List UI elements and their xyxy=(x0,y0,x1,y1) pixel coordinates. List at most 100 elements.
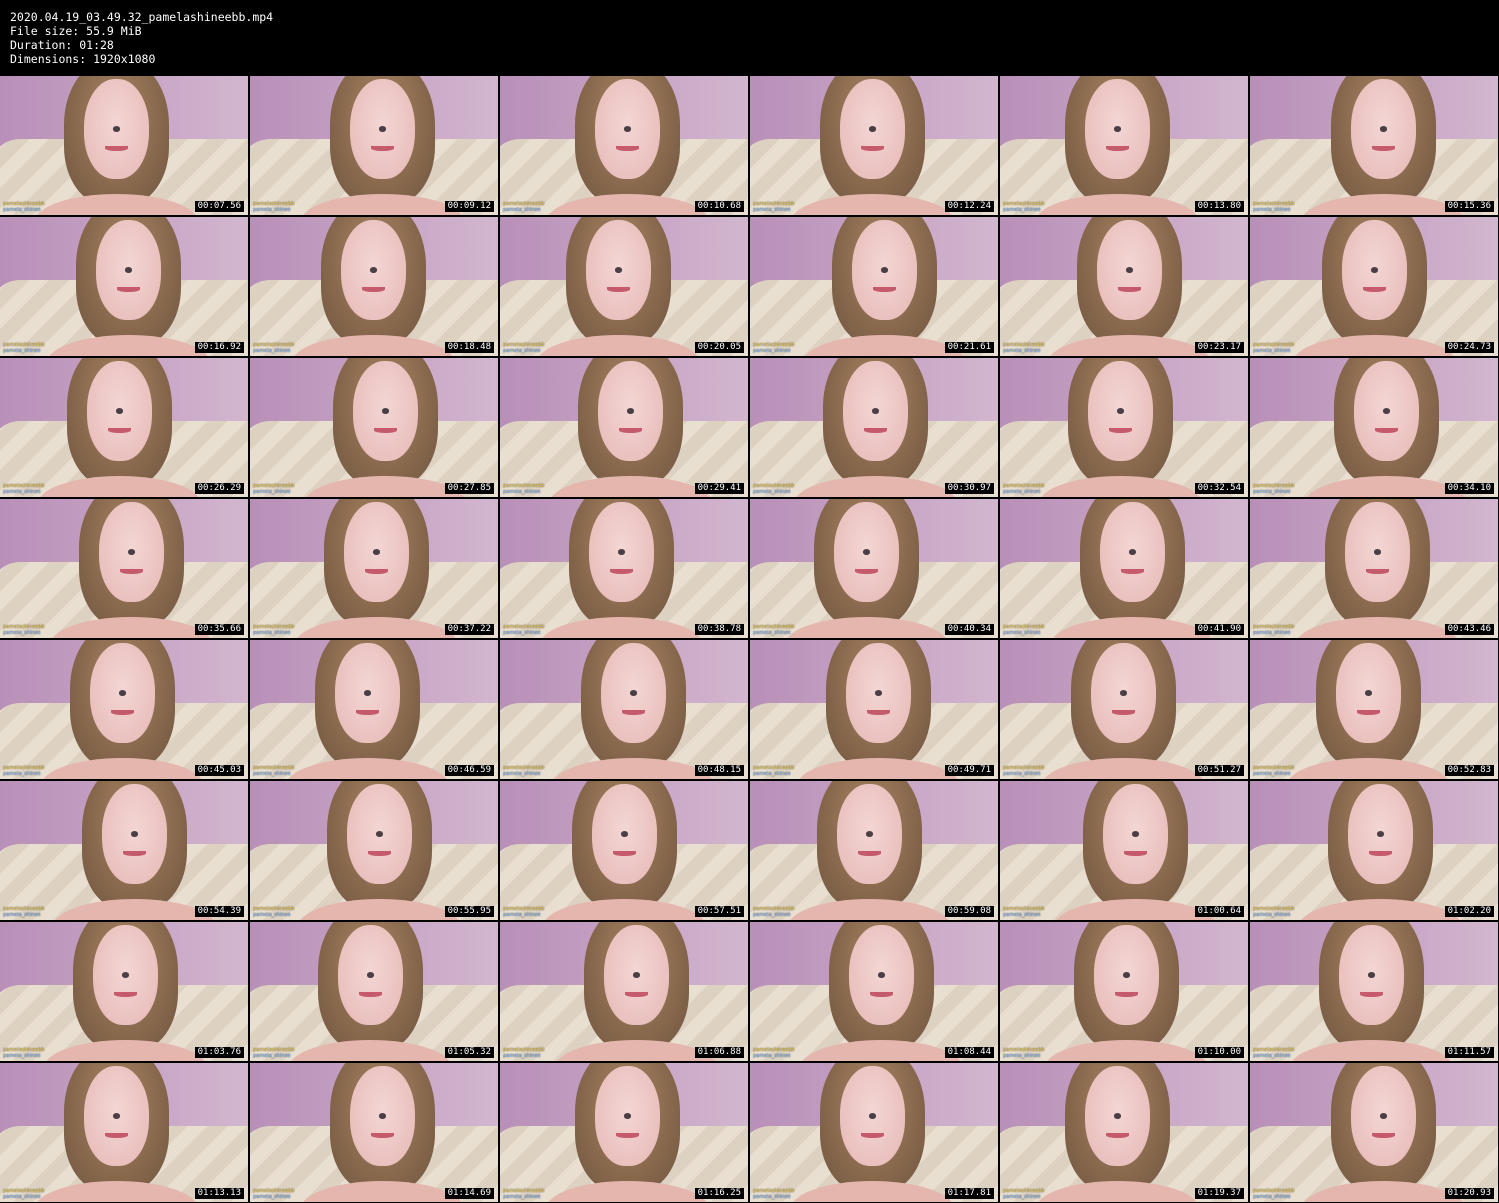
video-thumbnail[interactable]: pamelashineebb pamela_shinee 00:07.56 xyxy=(0,76,248,215)
mouth-shape xyxy=(861,1132,884,1139)
video-thumbnail[interactable]: pamelashineebb pamela_shinee 00:29.41 xyxy=(500,358,748,497)
watermark-line2: pamela_shinee xyxy=(1253,630,1291,636)
watermark-line2: pamela_shinee xyxy=(3,1053,41,1059)
file-info-header: 2020.04.19_03.49.32_pamelashineebb.mp4 F… xyxy=(10,10,273,66)
watermark: pamelashineebb pamela_shinee xyxy=(1003,765,1044,777)
video-thumbnail[interactable]: pamelashineebb pamela_shinee 00:51.27 xyxy=(1000,640,1248,779)
video-thumbnail[interactable]: pamelashineebb pamela_shinee 01:03.76 xyxy=(0,922,248,1061)
video-thumbnail[interactable]: pamelashineebb pamela_shinee 00:13.80 xyxy=(1000,76,1248,215)
mouth-shape xyxy=(873,286,896,293)
cat-nose xyxy=(1379,126,1388,132)
timestamp-label: 00:26.29 xyxy=(194,483,244,494)
video-thumbnail[interactable]: pamelashineebb pamela_shinee 00:43.46 xyxy=(1250,499,1498,638)
video-thumbnail[interactable]: pamelashineebb pamela_shinee 00:40.34 xyxy=(750,499,998,638)
video-thumbnail[interactable]: pamelashineebb pamela_shinee 00:23.17 xyxy=(1000,217,1248,356)
video-thumbnail[interactable]: pamelashineebb pamela_shinee 01:02.20 xyxy=(1250,781,1498,920)
watermark: pamelashineebb pamela_shinee xyxy=(503,342,544,354)
cat-nose xyxy=(369,267,378,273)
watermark: pamelashineebb pamela_shinee xyxy=(3,1188,44,1200)
cat-nose xyxy=(874,690,883,696)
video-thumbnail[interactable]: pamelashineebb pamela_shinee 01:00.64 xyxy=(1000,781,1248,920)
video-thumbnail[interactable]: pamelashineebb pamela_shinee 00:55.95 xyxy=(250,781,498,920)
watermark-line2: pamela_shinee xyxy=(253,912,291,918)
cat-nose xyxy=(626,408,635,414)
video-thumbnail[interactable]: pamelashineebb pamela_shinee 00:27.85 xyxy=(250,358,498,497)
watermark: pamelashineebb pamela_shinee xyxy=(503,1047,544,1059)
video-thumbnail[interactable]: pamelashineebb pamela_shinee 00:18.48 xyxy=(250,217,498,356)
watermark: pamelashineebb pamela_shinee xyxy=(3,624,44,636)
cat-nose xyxy=(1116,408,1125,414)
video-thumbnail[interactable]: pamelashineebb pamela_shinee 00:21.61 xyxy=(750,217,998,356)
timestamp-label: 01:10.00 xyxy=(1194,1047,1244,1058)
watermark: pamelashineebb pamela_shinee xyxy=(3,342,44,354)
video-thumbnail[interactable]: pamelashineebb pamela_shinee 00:46.59 xyxy=(250,640,498,779)
watermark-line2: pamela_shinee xyxy=(253,1053,291,1059)
video-thumbnail[interactable]: pamelashineebb pamela_shinee 01:11.57 xyxy=(1250,922,1498,1061)
mouth-shape xyxy=(1375,427,1398,434)
video-thumbnail[interactable]: pamelashineebb pamela_shinee 00:12.24 xyxy=(750,76,998,215)
timestamp-label: 00:51.27 xyxy=(1194,765,1244,776)
cat-nose xyxy=(366,972,375,978)
video-thumbnail[interactable]: pamelashineebb pamela_shinee 00:52.83 xyxy=(1250,640,1498,779)
video-thumbnail[interactable]: pamelashineebb pamela_shinee 00:34.10 xyxy=(1250,358,1498,497)
cat-nose xyxy=(1379,1113,1388,1119)
video-thumbnail[interactable]: pamelashineebb pamela_shinee 00:24.73 xyxy=(1250,217,1498,356)
video-thumbnail[interactable]: pamelashineebb pamela_shinee 00:09.12 xyxy=(250,76,498,215)
timestamp-label: 00:55.95 xyxy=(444,906,494,917)
watermark-line2: pamela_shinee xyxy=(3,207,41,213)
timestamp-label: 01:16.25 xyxy=(694,1188,744,1199)
video-thumbnail[interactable]: pamelashineebb pamela_shinee 00:48.15 xyxy=(500,640,748,779)
video-thumbnail[interactable]: pamelashineebb pamela_shinee 01:08.44 xyxy=(750,922,998,1061)
video-thumbnail[interactable]: pamelashineebb pamela_shinee 00:10.68 xyxy=(500,76,748,215)
video-thumbnail[interactable]: pamelashineebb pamela_shinee 01:06.88 xyxy=(500,922,748,1061)
watermark-line2: pamela_shinee xyxy=(1253,207,1291,213)
video-thumbnail[interactable]: pamelashineebb pamela_shinee 00:57.51 xyxy=(500,781,748,920)
mouth-shape xyxy=(1369,850,1392,857)
timestamp-label: 00:21.61 xyxy=(944,342,994,353)
video-thumbnail[interactable]: pamelashineebb pamela_shinee 00:59.08 xyxy=(750,781,998,920)
watermark-line2: pamela_shinee xyxy=(1003,348,1041,354)
file-size: File size: 55.9 MiB xyxy=(10,24,142,38)
video-thumbnail[interactable]: pamelashineebb pamela_shinee 01:16.25 xyxy=(500,1063,748,1202)
cat-nose xyxy=(617,549,626,555)
video-thumbnail[interactable]: pamelashineebb pamela_shinee 00:54.39 xyxy=(0,781,248,920)
cat-nose xyxy=(620,831,629,837)
cat-nose xyxy=(1122,972,1131,978)
video-thumbnail[interactable]: pamelashineebb pamela_shinee 01:13.13 xyxy=(0,1063,248,1202)
watermark-line2: pamela_shinee xyxy=(503,1053,541,1059)
video-thumbnail[interactable]: pamelashineebb pamela_shinee 01:14.69 xyxy=(250,1063,498,1202)
video-thumbnail[interactable]: pamelashineebb pamela_shinee 00:30.97 xyxy=(750,358,998,497)
video-thumbnail[interactable]: pamelashineebb pamela_shinee 00:49.71 xyxy=(750,640,998,779)
video-thumbnail[interactable]: pamelashineebb pamela_shinee 00:15.36 xyxy=(1250,76,1498,215)
video-thumbnail[interactable]: pamelashineebb pamela_shinee 00:38.78 xyxy=(500,499,748,638)
mouth-shape xyxy=(861,145,884,152)
video-thumbnail[interactable]: pamelashineebb pamela_shinee 00:37.22 xyxy=(250,499,498,638)
video-thumbnail[interactable]: pamelashineebb pamela_shinee 00:20.05 xyxy=(500,217,748,356)
timestamp-label: 01:03.76 xyxy=(194,1047,244,1058)
video-thumbnail[interactable]: pamelashineebb pamela_shinee 00:41.90 xyxy=(1000,499,1248,638)
video-thumbnail[interactable]: pamelashineebb pamela_shinee 01:20.93 xyxy=(1250,1063,1498,1202)
timestamp-label: 00:10.68 xyxy=(694,201,744,212)
video-thumbnail[interactable]: pamelashineebb pamela_shinee 00:26.29 xyxy=(0,358,248,497)
video-thumbnail[interactable]: pamelashineebb pamela_shinee 01:17.81 xyxy=(750,1063,998,1202)
video-thumbnail[interactable]: pamelashineebb pamela_shinee 00:35.66 xyxy=(0,499,248,638)
cat-nose xyxy=(127,549,136,555)
mouth-shape xyxy=(613,850,636,857)
video-thumbnail[interactable]: pamelashineebb pamela_shinee 01:05.32 xyxy=(250,922,498,1061)
mouth-shape xyxy=(858,850,881,857)
video-thumbnail[interactable]: pamelashineebb pamela_shinee 00:32.54 xyxy=(1000,358,1248,497)
watermark-line2: pamela_shinee xyxy=(3,771,41,777)
video-thumbnail[interactable]: pamelashineebb pamela_shinee 00:45.03 xyxy=(0,640,248,779)
mouth-shape xyxy=(607,286,630,293)
watermark: pamelashineebb pamela_shinee xyxy=(253,1188,294,1200)
file-dimensions: Dimensions: 1920x1080 xyxy=(10,52,156,66)
timestamp-label: 00:20.05 xyxy=(694,342,744,353)
cat-nose xyxy=(1364,690,1373,696)
cat-nose xyxy=(1370,267,1379,273)
timestamp-label: 00:54.39 xyxy=(194,906,244,917)
timestamp-label: 00:34.10 xyxy=(1444,483,1494,494)
video-thumbnail[interactable]: pamelashineebb pamela_shinee 00:16.92 xyxy=(0,217,248,356)
video-thumbnail[interactable]: pamelashineebb pamela_shinee 01:19.37 xyxy=(1000,1063,1248,1202)
cat-nose xyxy=(121,972,130,978)
video-thumbnail[interactable]: pamelashineebb pamela_shinee 01:10.00 xyxy=(1000,922,1248,1061)
